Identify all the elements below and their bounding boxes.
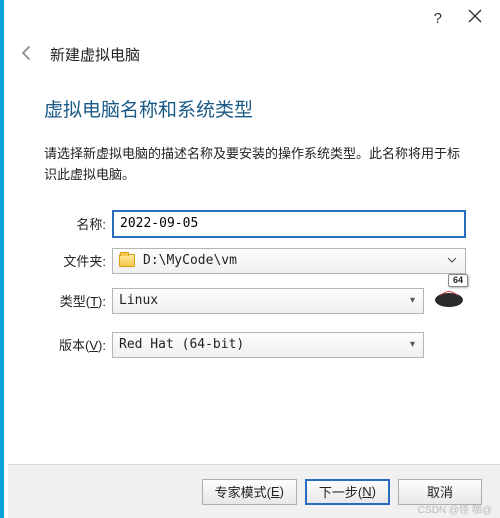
folder-icon bbox=[119, 254, 135, 267]
name-input[interactable] bbox=[112, 210, 466, 238]
chevron-down-icon bbox=[443, 255, 461, 266]
cancel-button[interactable]: 取消 bbox=[398, 479, 482, 505]
wizard-title: 新建虚拟电脑 bbox=[50, 44, 140, 65]
redhat-icon bbox=[432, 300, 466, 315]
name-label: 名称: bbox=[44, 214, 112, 233]
section-heading: 虚拟电脑名称和系统类型 bbox=[44, 95, 466, 122]
version-value: Red Hat (64-bit) bbox=[119, 337, 406, 352]
folder-value: D:\MyCode\vm bbox=[143, 253, 443, 268]
instruction-text: 请选择新虚拟电脑的描述名称及要安装的操作系统类型。此名称将用于标识此虚拟电脑。 bbox=[44, 144, 466, 186]
type-value: Linux bbox=[119, 293, 406, 308]
wizard-content: 虚拟电脑名称和系统类型 请选择新虚拟电脑的描述名称及要安装的操作系统类型。此名称… bbox=[4, 69, 500, 382]
row-type: 类型(T): Linux ▾ 64 bbox=[44, 284, 466, 318]
help-icon[interactable]: ? bbox=[434, 10, 442, 27]
folder-combo[interactable]: D:\MyCode\vm bbox=[112, 248, 466, 274]
row-folder: 文件夹: D:\MyCode\vm bbox=[44, 248, 466, 274]
back-arrow-icon[interactable] bbox=[18, 44, 36, 65]
expert-mode-button[interactable]: 专家模式(E) bbox=[202, 479, 297, 505]
chevron-down-icon: ▾ bbox=[406, 339, 419, 350]
row-name: 名称: bbox=[44, 210, 466, 238]
version-combo[interactable]: Red Hat (64-bit) ▾ bbox=[112, 332, 424, 358]
row-version: 版本(V): Red Hat (64-bit) ▾ bbox=[44, 328, 466, 362]
arch-64-badge: 64 bbox=[448, 274, 468, 287]
folder-label: 文件夹: bbox=[44, 251, 112, 270]
close-icon[interactable] bbox=[468, 9, 482, 27]
type-combo[interactable]: Linux ▾ bbox=[112, 288, 424, 314]
version-label: 版本(V): bbox=[44, 335, 112, 354]
titlebar: ? bbox=[4, 0, 500, 36]
button-bar: 专家模式(E) 下一步(N) 取消 bbox=[8, 464, 500, 518]
wizard-header: 新建虚拟电脑 bbox=[4, 36, 500, 69]
type-label: 类型(T): bbox=[44, 291, 112, 310]
next-button[interactable]: 下一步(N) bbox=[305, 479, 390, 505]
chevron-down-icon: ▾ bbox=[406, 295, 419, 306]
os-icon-wrap: 64 bbox=[432, 284, 466, 318]
